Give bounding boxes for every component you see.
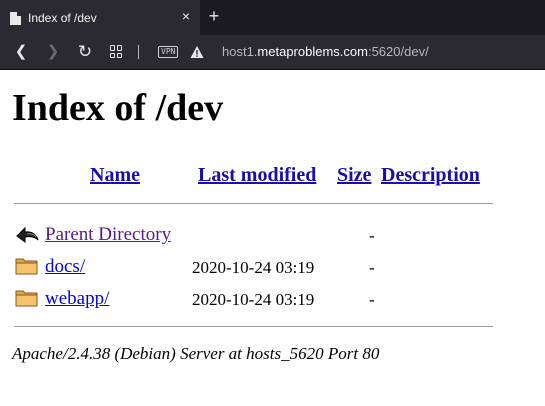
- close-icon[interactable]: ×: [179, 9, 193, 23]
- toolbar-divider: [138, 45, 139, 59]
- table-row: webapp/ 2020-10-24 03:19 -: [14, 286, 484, 312]
- tab-strip: Index of /dev × +: [0, 0, 545, 35]
- vpn-icon[interactable]: VPN: [158, 46, 179, 58]
- table-row: Parent Directory -: [14, 222, 484, 248]
- url-prefix: host1.: [222, 44, 258, 59]
- page-icon: [10, 12, 21, 25]
- nav-toolbar: ❮ ❯ ↻ VPN host1.metaproblems.com:5620/de…: [0, 35, 545, 70]
- row-date: 2020-10-24 03:19: [192, 258, 315, 277]
- docs-link[interactable]: docs/: [45, 256, 85, 278]
- column-name-header[interactable]: Name: [90, 164, 140, 187]
- url-suffix: :5620/dev/: [367, 44, 429, 59]
- folder-icon: [15, 258, 38, 275]
- url-domain: metaproblems.com: [257, 44, 368, 59]
- row-size: -: [369, 258, 375, 277]
- back-arrow-icon: [16, 226, 39, 243]
- divider-bottom: [14, 326, 493, 327]
- divider-top: [14, 203, 493, 204]
- column-size-header[interactable]: Size: [337, 164, 371, 187]
- tabs-grid-icon[interactable]: [110, 45, 123, 58]
- table-row: docs/ 2020-10-24 03:19 -: [14, 254, 484, 280]
- warning-icon[interactable]: [190, 45, 204, 59]
- folder-icon: [15, 290, 38, 307]
- reload-icon[interactable]: ↻: [76, 43, 94, 61]
- row-date: 2020-10-24 03:19: [192, 290, 315, 309]
- forward-icon[interactable]: ❯: [44, 43, 62, 61]
- column-description-header[interactable]: Description: [381, 164, 480, 187]
- server-signature: Apache/2.4.38 (Debian) Server at hosts_5…: [12, 344, 380, 363]
- row-size: -: [369, 290, 375, 309]
- page-content: Index of /dev Name Last modified Size De…: [0, 70, 545, 406]
- row-size: -: [369, 226, 375, 245]
- tab-title: Index of /dev: [28, 11, 97, 25]
- plus-icon[interactable]: +: [206, 7, 222, 25]
- active-tab[interactable]: Index of /dev ×: [0, 0, 200, 35]
- parent-directory-link[interactable]: Parent Directory: [45, 224, 171, 246]
- back-icon[interactable]: ❮: [12, 43, 30, 61]
- column-last-modified-header[interactable]: Last modified: [198, 164, 316, 187]
- page-title: Index of /dev: [12, 87, 224, 129]
- webapp-link[interactable]: webapp/: [45, 288, 109, 310]
- url-bar[interactable]: host1.metaproblems.com:5620/dev/: [222, 44, 429, 59]
